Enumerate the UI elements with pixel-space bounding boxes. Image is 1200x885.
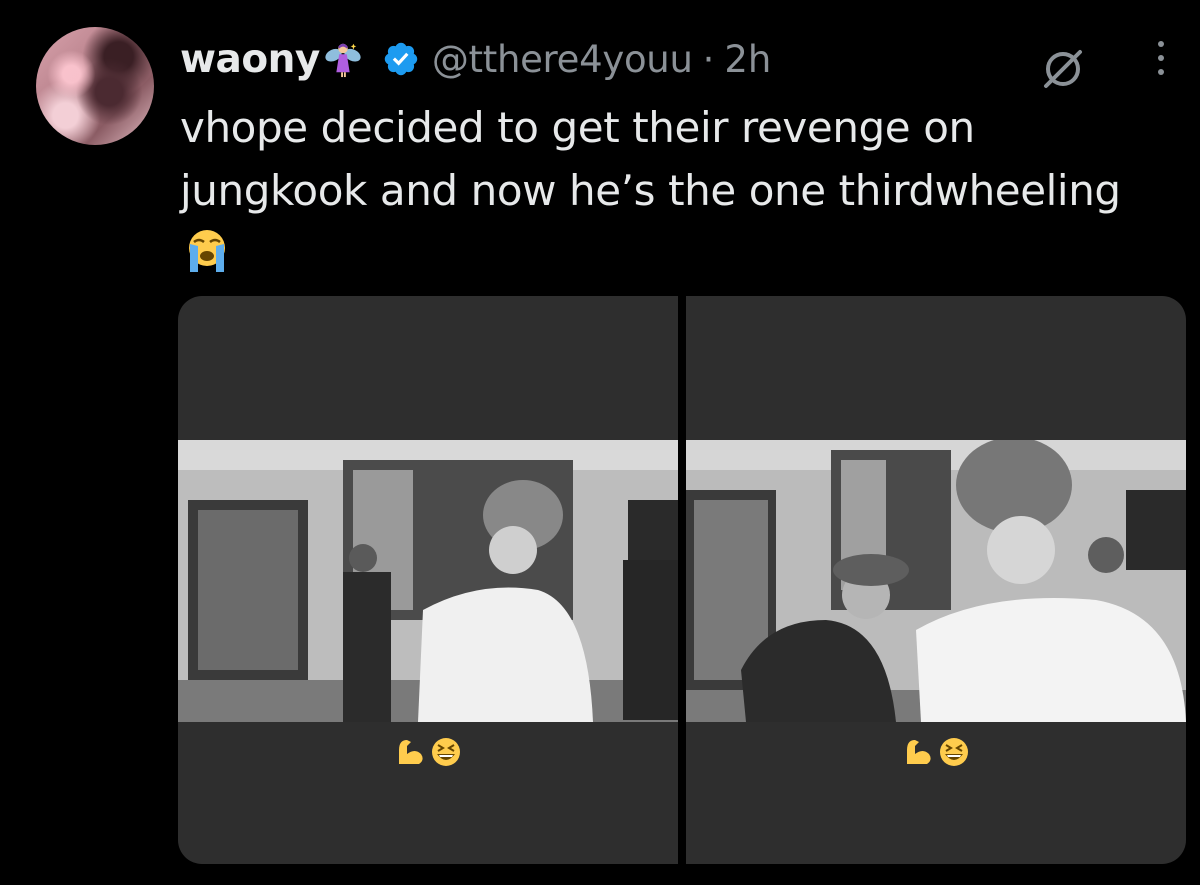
grok-icon[interactable] [1040, 46, 1086, 92]
media-image-1[interactable] [178, 296, 678, 864]
loudly-crying-face-icon [189, 230, 225, 272]
photo-right [686, 440, 1186, 722]
media-grid[interactable] [178, 296, 1186, 864]
flexed-biceps-icon [907, 740, 931, 764]
tweet-header: waony @tthere4youu · 2h [180, 34, 771, 84]
author-name[interactable]: waony [180, 37, 320, 82]
grinning-squinting-face-icon [432, 738, 460, 766]
caption-emojis-2 [686, 736, 1186, 768]
timestamp[interactable]: 2h [724, 38, 771, 81]
caption-emojis-1 [178, 736, 678, 768]
photo-left [178, 440, 678, 722]
tweet-body: vhope decided to get their revenge on ju… [180, 96, 1170, 274]
author-handle[interactable]: @tthere4youu [432, 38, 693, 81]
avatar[interactable] [36, 27, 154, 145]
media-image-2[interactable] [686, 296, 1186, 864]
separator-dot: · [702, 37, 715, 81]
tweet-text: vhope decided to get their revenge on ju… [180, 103, 1121, 215]
verified-badge-icon [384, 42, 418, 76]
more-icon[interactable] [1150, 38, 1172, 78]
grinning-squinting-face-icon [940, 738, 968, 766]
fairy-icon [325, 43, 361, 78]
flexed-biceps-icon [399, 740, 423, 764]
